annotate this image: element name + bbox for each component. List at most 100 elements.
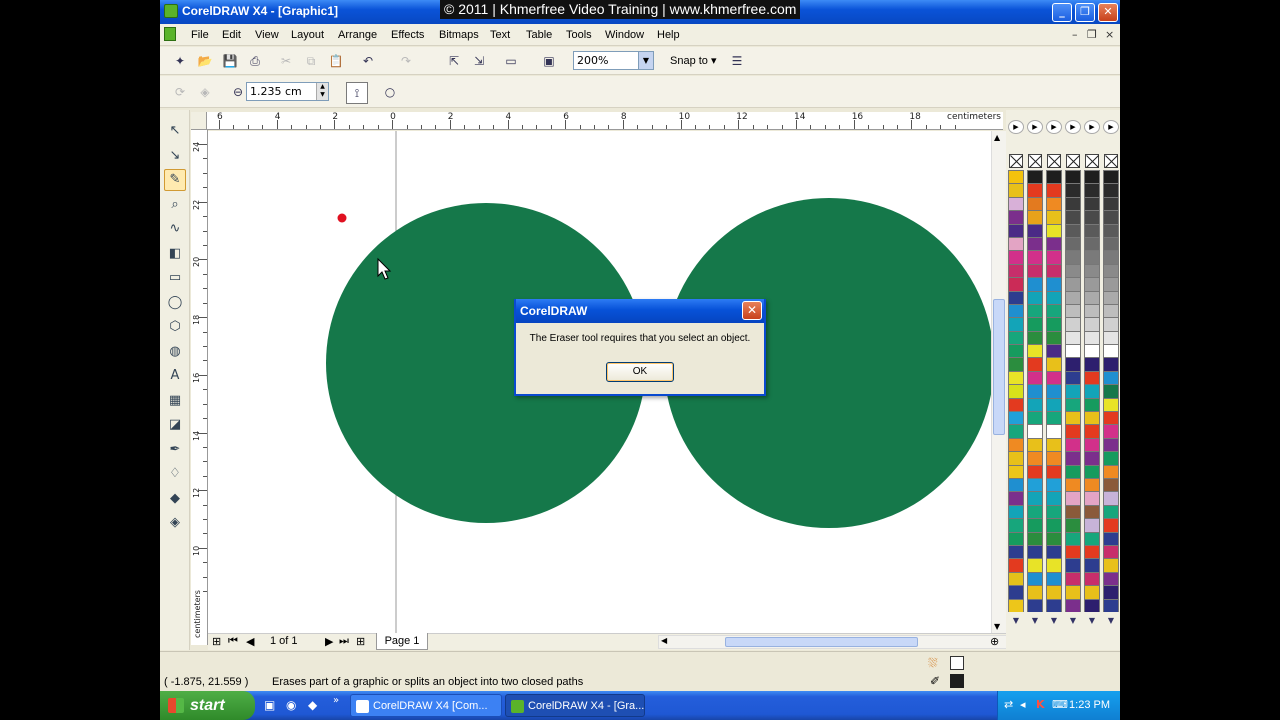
color-swatch[interactable]	[1027, 598, 1043, 612]
color-swatch[interactable]	[1084, 504, 1100, 519]
doc-restore-button[interactable]: ❐	[1087, 28, 1097, 41]
color-swatch[interactable]	[1084, 303, 1100, 318]
color-swatch[interactable]	[1027, 571, 1043, 586]
color-swatch[interactable]	[1046, 170, 1062, 184]
color-swatch[interactable]	[1084, 397, 1100, 412]
color-swatch[interactable]	[1008, 344, 1024, 358]
copy-icon[interactable]: ⧉	[303, 53, 319, 69]
color-swatch[interactable]	[1084, 437, 1100, 452]
color-swatch[interactable]	[1065, 464, 1081, 478]
color-swatch[interactable]	[1046, 384, 1062, 398]
color-swatch[interactable]	[1065, 223, 1081, 237]
color-swatch[interactable]	[1046, 236, 1062, 251]
eyedropper-tool-icon[interactable]: ✒	[164, 439, 186, 461]
smart-fill-tool-icon[interactable]: ◧	[164, 243, 186, 265]
color-swatch[interactable]	[1046, 558, 1062, 572]
color-swatch[interactable]	[1103, 170, 1119, 184]
color-swatch[interactable]	[1103, 250, 1119, 264]
color-swatch[interactable]	[1027, 196, 1043, 211]
color-swatch[interactable]	[1046, 370, 1062, 385]
palette-flyout-icon[interactable]: ▶	[1046, 120, 1062, 134]
color-swatch[interactable]	[1065, 357, 1081, 371]
color-swatch[interactable]	[1103, 518, 1119, 532]
color-swatch[interactable]	[1008, 544, 1024, 559]
color-swatch[interactable]	[1008, 210, 1024, 224]
color-swatch[interactable]	[1046, 531, 1062, 545]
color-swatch[interactable]	[1046, 585, 1062, 599]
color-swatch[interactable]	[1065, 558, 1081, 572]
doc-close-button[interactable]: ×	[1105, 28, 1114, 41]
color-swatch[interactable]	[1103, 344, 1119, 358]
color-swatch[interactable]	[1065, 196, 1081, 211]
color-swatch[interactable]	[1008, 571, 1024, 586]
color-swatch[interactable]	[1027, 210, 1043, 224]
outline-color-swatch[interactable]	[950, 674, 964, 688]
color-swatch[interactable]	[1084, 330, 1100, 345]
color-swatch[interactable]	[1084, 464, 1100, 478]
last-page-icon[interactable]: ⏭	[339, 635, 349, 648]
scroll-up-icon[interactable]: ▲	[994, 133, 1000, 142]
color-swatch[interactable]	[1084, 571, 1100, 586]
language-icon[interactable]: ⌨	[1052, 698, 1068, 711]
menu-window[interactable]: Window	[605, 29, 644, 41]
color-swatch[interactable]	[1065, 183, 1081, 197]
export-icon[interactable]: ⇲	[471, 53, 487, 69]
color-swatch[interactable]	[1103, 263, 1119, 278]
color-swatch[interactable]	[1103, 223, 1119, 237]
color-swatch[interactable]	[1008, 236, 1024, 251]
color-swatch[interactable]	[1065, 437, 1081, 452]
menu-help[interactable]: Help	[657, 29, 680, 41]
color-swatch[interactable]	[1103, 277, 1119, 291]
color-swatch[interactable]	[1027, 397, 1043, 412]
color-swatch[interactable]	[1084, 424, 1100, 438]
color-swatch[interactable]	[1103, 464, 1119, 478]
color-swatch[interactable]	[1065, 290, 1081, 304]
palette-scroll-down-icon[interactable]: ▼	[1065, 616, 1081, 626]
color-swatch[interactable]	[1065, 210, 1081, 224]
color-swatch[interactable]	[1103, 236, 1119, 251]
color-swatch[interactable]	[1027, 170, 1043, 184]
color-swatch[interactable]	[1103, 397, 1119, 412]
color-swatch[interactable]	[1065, 170, 1081, 184]
color-swatch[interactable]	[1027, 544, 1043, 559]
color-swatch[interactable]	[1084, 558, 1100, 572]
dialog-close-button[interactable]: ✕	[742, 301, 762, 320]
menu-view[interactable]: View	[255, 29, 279, 41]
color-swatch[interactable]	[1084, 317, 1100, 331]
color-swatch[interactable]	[1027, 250, 1043, 264]
color-swatch[interactable]	[1103, 317, 1119, 331]
color-swatch[interactable]	[1065, 303, 1081, 318]
color-swatch[interactable]	[1103, 477, 1119, 492]
shape-tool-icon[interactable]: ↘	[164, 145, 186, 167]
menu-arrange[interactable]: Arrange	[338, 29, 377, 41]
color-swatch[interactable]	[1027, 477, 1043, 492]
add-page-icon[interactable]: ⊞	[356, 635, 365, 648]
color-swatch[interactable]	[1008, 451, 1024, 465]
color-swatch[interactable]	[1103, 598, 1119, 612]
menu-file[interactable]: File	[191, 29, 209, 41]
print-icon[interactable]: ⎙	[247, 53, 263, 69]
quicklaunch-coreldraw-icon[interactable]: ◆	[308, 698, 317, 712]
polygon-tool-icon[interactable]: ⬡	[164, 316, 186, 338]
color-swatch[interactable]	[1103, 183, 1119, 197]
color-swatch[interactable]	[1103, 290, 1119, 304]
double-click-tool-icon[interactable]: ⟳	[172, 84, 188, 100]
color-swatch[interactable]	[1065, 330, 1081, 345]
welcome-screen-icon[interactable]: ▣	[541, 53, 557, 69]
color-swatch[interactable]	[1008, 411, 1024, 425]
quicklaunch-more-icon[interactable]: »	[333, 695, 339, 706]
color-swatch[interactable]	[1008, 598, 1024, 612]
next-page-icon[interactable]: ▶	[325, 635, 333, 648]
maximize-button[interactable]: ❐	[1075, 3, 1095, 22]
cut-icon[interactable]: ✂	[278, 53, 294, 69]
color-swatch[interactable]	[1046, 397, 1062, 412]
color-swatch[interactable]	[1027, 330, 1043, 345]
freehand-tool-icon[interactable]: ∿	[164, 218, 186, 240]
color-swatch[interactable]	[1027, 491, 1043, 505]
color-swatch[interactable]	[1084, 277, 1100, 291]
color-swatch[interactable]	[1027, 504, 1043, 519]
color-swatch[interactable]	[1008, 424, 1024, 438]
color-swatch[interactable]	[1084, 598, 1100, 612]
color-swatch[interactable]	[1046, 464, 1062, 478]
zoom-select[interactable]: 200% ▼	[573, 51, 654, 70]
